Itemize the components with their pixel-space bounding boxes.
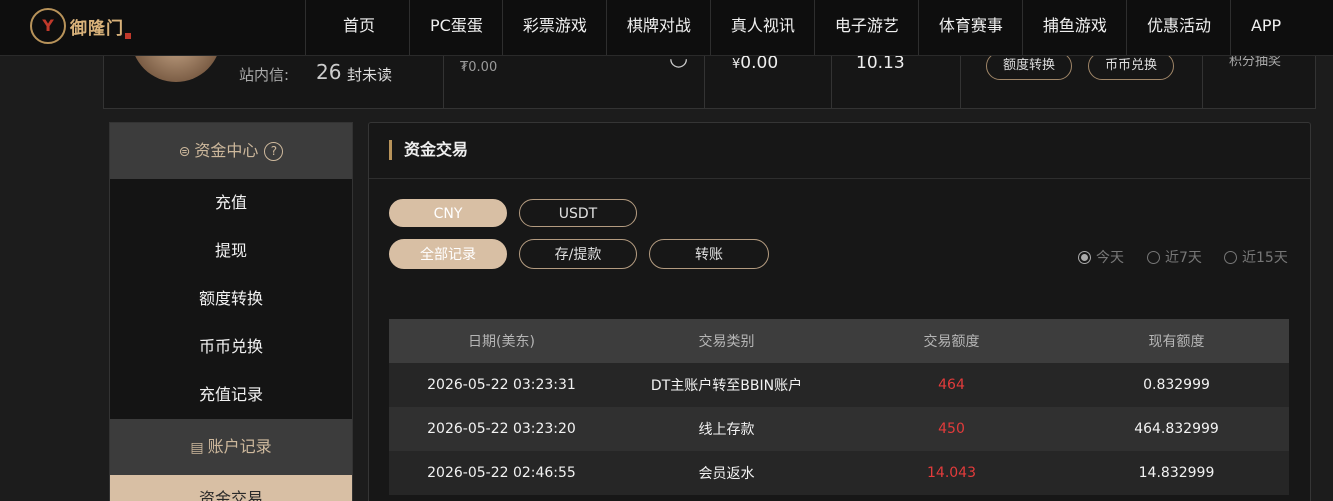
divider (443, 56, 444, 108)
money-circle-icon: ⊜ (178, 144, 191, 160)
cell-date: 2026-05-22 03:23:31 (389, 363, 614, 407)
logo-text: 御隆门 (70, 19, 124, 39)
transfer-button[interactable]: 额度转换 (986, 56, 1073, 80)
cell-balance: 0.832999 (1064, 363, 1289, 407)
message-label: 站内信: (239, 66, 290, 84)
rebate-value: 10.13 (856, 56, 905, 73)
column-date: 日期(美东) (389, 319, 614, 363)
cell-date: 2026-05-22 02:46:55 (389, 451, 614, 495)
document-icon: ▤ (190, 440, 204, 456)
sidebar-item-withdraw[interactable]: 提现 (110, 227, 352, 275)
cell-balance: 14.832999 (1064, 451, 1289, 495)
column-balance: 现有额度 (1064, 319, 1289, 363)
cell-balance: 464.832999 (1064, 407, 1289, 451)
table-row: 2026-05-22 02:46:55 会员返水 14.043 14.83299… (389, 451, 1289, 495)
fund-transactions-panel: 资金交易 CNY USDT 全部记录 存/提款 转账 今天 近7天 近15天 日… (368, 122, 1311, 501)
tab-all-records[interactable]: 全部记录 (389, 239, 507, 269)
nav-item-fishing[interactable]: 捕鱼游戏 (1021, 0, 1126, 55)
cell-amount: 450 (839, 407, 1064, 451)
filter-today-label: 今天 (1096, 250, 1124, 266)
refresh-icon[interactable]: ◡ (669, 56, 688, 71)
sidebar-item-deposit-records[interactable]: 充值记录 (110, 371, 352, 419)
cell-type: DT主账户转至BBIN账户 (614, 363, 839, 407)
exchange-button[interactable]: 币币兑换 (1088, 56, 1175, 80)
page-title: 资金交易 (389, 140, 468, 160)
site-logo[interactable]: Y 御隆门 (30, 8, 131, 48)
filter-15-days-label: 近15天 (1242, 250, 1288, 266)
sidebar-section-account-records[interactable]: ▤ 账户记录 (110, 419, 352, 475)
nav-item-home[interactable]: 首页 (305, 0, 409, 55)
filter-today[interactable]: 今天 (1078, 247, 1124, 267)
balance-value: 0.00 (740, 56, 779, 73)
tab-transfer[interactable]: 转账 (649, 239, 769, 269)
tab-deposit-withdraw[interactable]: 存/提款 (519, 239, 637, 269)
divider (1202, 56, 1203, 108)
nav-item-app[interactable]: APP (1229, 0, 1300, 55)
sidebar-item-deposit[interactable]: 充值 (110, 179, 352, 227)
sidebar-item-transfer[interactable]: 额度转换 (110, 275, 352, 323)
table-row: 2026-05-22 03:23:31 DT主账户转至BBIN账户 464 0.… (389, 363, 1289, 407)
sidebar-item-fund-transactions[interactable]: 资金交易 (110, 475, 352, 501)
nav-item-live-video[interactable]: 真人视讯 (709, 0, 814, 55)
column-amount: 交易额度 (839, 319, 1064, 363)
usdt-balance: ₮0.00 (460, 60, 498, 75)
sidebar: ⊜ 资金中心? 充值 提现 额度转换 币币兑换 充值记录 ▤ 账户记录 资金交易 (109, 122, 353, 501)
nav-item-lottery[interactable]: 彩票游戏 (501, 0, 606, 55)
logo-emblem-icon: Y (30, 8, 66, 44)
sidebar-section-fund-center[interactable]: ⊜ 资金中心? (110, 123, 352, 179)
sidebar-item-coin-exchange[interactable]: 币币兑换 (110, 323, 352, 371)
transactions-table: 日期(美东) 交易类别 交易额度 现有额度 2026-05-22 03:23:3… (389, 319, 1289, 495)
tab-cny[interactable]: CNY (389, 199, 507, 227)
nav-item-sports[interactable]: 体育赛事 (917, 0, 1022, 55)
nav-item-slots[interactable]: 电子游艺 (813, 0, 918, 55)
message-unit: 封未读 (347, 66, 393, 84)
help-icon[interactable]: ? (264, 142, 284, 161)
radio-icon (1147, 251, 1160, 264)
logo-seal-icon (125, 33, 131, 39)
radio-icon (1224, 251, 1237, 264)
tab-usdt[interactable]: USDT (519, 199, 637, 227)
main-balance: ¥0.00 (732, 56, 778, 73)
table-row: 2026-05-22 03:23:20 线上存款 450 464.832999 (389, 407, 1289, 451)
cell-type: 会员返水 (614, 451, 839, 495)
cell-amount: 14.043 (839, 451, 1064, 495)
top-nav: Y 御隆门 首页 PC蛋蛋 彩票游戏 棋牌对战 真人视讯 电子游艺 体育赛事 捕… (0, 0, 1333, 56)
cell-type: 线上存款 (614, 407, 839, 451)
divider (369, 178, 1310, 179)
nav-menu: 首页 PC蛋蛋 彩票游戏 棋牌对战 真人视讯 电子游艺 体育赛事 捕鱼游戏 优惠… (305, 0, 1300, 55)
cell-date: 2026-05-22 03:23:20 (389, 407, 614, 451)
cell-amount: 464 (839, 363, 1064, 407)
nav-item-chess-cards[interactable]: 棋牌对战 (605, 0, 710, 55)
nav-item-promotions[interactable]: 优惠活动 (1125, 0, 1230, 55)
column-type: 交易类别 (614, 319, 839, 363)
divider (831, 56, 832, 108)
nav-item-pc-egg[interactable]: PC蛋蛋 (409, 0, 502, 55)
table-header-row: 日期(美东) 交易类别 交易额度 现有额度 (389, 319, 1289, 363)
fund-center-label: 资金中心 (194, 141, 259, 160)
radio-checked-icon (1078, 251, 1091, 264)
points-lottery-link[interactable]: 积分抽奖 (1229, 56, 1281, 69)
avatar[interactable] (131, 56, 221, 82)
filter-7-days[interactable]: 近7天 (1147, 247, 1202, 267)
profile-panel: 站内信: 26 封未读 ₮0.00 ◡ ¥0.00 10.13 额度转换 币币兑… (103, 56, 1316, 109)
message-count[interactable]: 26 (316, 60, 341, 84)
account-records-label: 账户记录 (207, 437, 272, 456)
filter-15-days[interactable]: 近15天 (1224, 247, 1288, 267)
filter-7-days-label: 近7天 (1165, 250, 1202, 266)
divider (704, 56, 705, 108)
divider (960, 56, 961, 108)
